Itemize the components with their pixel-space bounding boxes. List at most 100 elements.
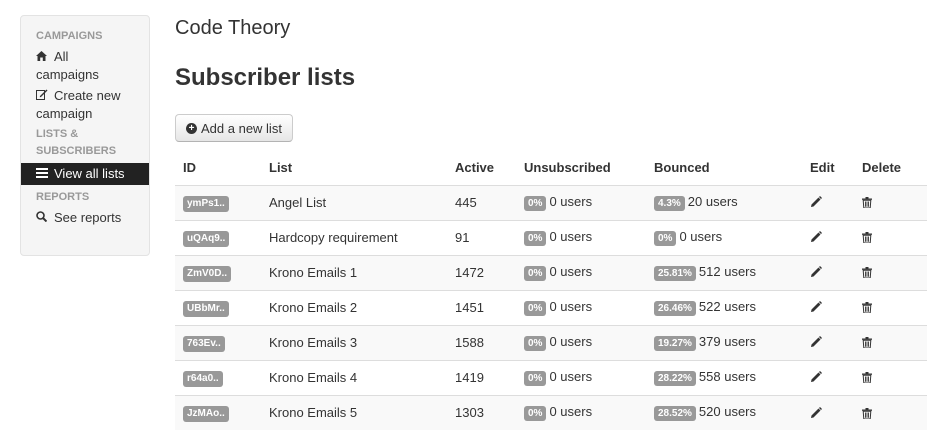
nav-item-create-campaign[interactable]: Create new campaign	[21, 87, 149, 123]
unsubscribed-percent-badge: 0%	[524, 301, 547, 316]
unsubscribed-users: 0 users	[549, 299, 593, 314]
header-list: List	[261, 150, 447, 186]
trash-icon[interactable]	[862, 266, 876, 280]
brand: Code Theory	[175, 17, 291, 39]
unsubscribed-percent-badge: 0%	[524, 196, 547, 211]
home-icon	[36, 48, 50, 66]
table-row: 763Ev.. Krono Emails 3 1588 0% 0 users 19…	[175, 324, 927, 360]
unsubscribed-users: 0 users	[549, 229, 593, 244]
plus-circle-icon: +	[186, 122, 197, 134]
bounced-cell: 28.22% 558 users	[646, 359, 802, 395]
trash-icon[interactable]	[862, 371, 876, 385]
pencil-icon[interactable]	[810, 231, 824, 245]
table-row: ZmV0D.. Krono Emails 1 1472 0% 0 users 25…	[175, 254, 927, 290]
header-id: ID	[175, 150, 261, 186]
trash-icon[interactable]	[862, 196, 876, 210]
bounced-users: 20 users	[687, 194, 738, 209]
bounced-users: 520 users	[698, 404, 757, 420]
pencil-icon[interactable]	[810, 336, 824, 350]
unsubscribed-users: 0 users	[549, 334, 593, 349]
bounced-cell: 0% 0 users	[646, 219, 802, 255]
page-title: Subscriber lists	[175, 64, 356, 91]
bounced-users: 0 users	[679, 229, 723, 244]
unsubscribed-users: 0 users	[549, 264, 593, 279]
list-id-badge[interactable]: r64a0..	[183, 370, 223, 387]
list-id-badge[interactable]: 763Ev..	[183, 335, 225, 352]
bounced-percent-badge: 26.46%	[654, 301, 696, 316]
unsubscribed-cell: 0% 0 users	[516, 289, 646, 325]
bounced-percent-badge: 28.22%	[654, 371, 696, 386]
table-row: JzMAo.. Krono Emails 5 1303 0% 0 users 28…	[175, 394, 927, 430]
nav-item-label: See reports	[54, 210, 122, 225]
bounced-cell: 25.81% 512 users	[646, 254, 802, 290]
nav-item-label: View all lists	[54, 166, 125, 181]
unsubscribed-cell: 0% 0 users	[516, 219, 646, 255]
list-id-badge[interactable]: ZmV0D..	[183, 265, 232, 282]
bounced-percent-badge: 0%	[654, 231, 677, 246]
list-icon	[36, 165, 50, 183]
add-list-button[interactable]: + Add a new list	[175, 114, 293, 142]
bounced-cell: 28.52% 520 users	[646, 394, 802, 430]
unsubscribed-users: 0 users	[549, 404, 593, 420]
unsubscribed-cell: 0% 0 users	[516, 184, 646, 220]
list-id-badge[interactable]: JzMAo..	[183, 405, 229, 422]
list-name: Krono Emails 3	[261, 324, 447, 360]
list-id-badge[interactable]: ymPs1..	[183, 195, 229, 212]
header-delete: Delete	[854, 150, 927, 186]
sidebar: CAMPAIGNS All campaigns Create new campa…	[20, 15, 150, 256]
active-count: 1419	[447, 359, 516, 395]
bounced-percent-badge: 4.3%	[654, 196, 685, 211]
list-name: Hardcopy requirement	[261, 219, 447, 255]
pencil-icon[interactable]	[810, 371, 824, 385]
unsubscribed-percent-badge: 0%	[524, 336, 547, 351]
list-id-badge[interactable]: UBbMr..	[183, 300, 229, 317]
unsubscribed-cell: 0% 0 users	[516, 394, 646, 430]
lists-table: ID List Active Unsubscribed Bounced Edit…	[175, 150, 927, 430]
header-bounced: Bounced	[646, 150, 802, 186]
header-unsubscribed: Unsubscribed	[516, 150, 646, 186]
bounced-percent-badge: 28.52%	[654, 406, 696, 422]
trash-icon[interactable]	[862, 336, 876, 350]
bounced-users: 379 users	[698, 334, 757, 349]
unsubscribed-percent-badge: 0%	[524, 231, 547, 246]
header-active: Active	[447, 150, 516, 186]
pencil-icon[interactable]	[810, 301, 824, 315]
unsubscribed-percent-badge: 0%	[524, 406, 547, 422]
active-count: 1303	[447, 394, 516, 430]
nav-header-lists: LISTS & SUBSCRIBERS	[36, 128, 117, 157]
nav-header-reports: REPORTS	[36, 191, 90, 203]
unsubscribed-users: 0 users	[549, 369, 593, 384]
table-row: ymPs1.. Angel List 445 0% 0 users 4.3% 20 …	[175, 184, 927, 220]
nav-item-see-reports[interactable]: See reports	[21, 209, 149, 227]
bounced-cell: 26.46% 522 users	[646, 289, 802, 325]
header-edit: Edit	[802, 150, 854, 186]
pencil-icon[interactable]	[810, 406, 824, 421]
table-header-row: ID List Active Unsubscribed Bounced Edit…	[175, 150, 927, 186]
trash-icon[interactable]	[862, 231, 876, 245]
list-name: Krono Emails 5	[261, 394, 447, 430]
pencil-icon[interactable]	[810, 266, 824, 280]
table-row: UBbMr.. Krono Emails 2 1451 0% 0 users 26…	[175, 289, 927, 325]
table-row: uQAq9.. Hardcopy requirement 91 0% 0 user…	[175, 219, 927, 255]
edit-icon	[36, 87, 50, 105]
bounced-users: 558 users	[698, 369, 757, 384]
nav-item-view-all-lists[interactable]: View all lists	[21, 163, 149, 185]
trash-icon[interactable]	[862, 301, 876, 315]
nav-header-campaigns: CAMPAIGNS	[36, 30, 103, 42]
active-count: 1451	[447, 289, 516, 325]
bounced-cell: 4.3% 20 users	[646, 184, 802, 220]
unsubscribed-cell: 0% 0 users	[516, 254, 646, 290]
nav-item-all-campaigns[interactable]: All campaigns	[21, 48, 149, 84]
search-icon	[36, 209, 50, 227]
pencil-icon[interactable]	[810, 196, 824, 210]
list-name: Krono Emails 1	[261, 254, 447, 290]
trash-icon[interactable]	[862, 407, 876, 421]
active-count: 1472	[447, 254, 516, 290]
unsubscribed-percent-badge: 0%	[524, 266, 547, 281]
add-list-label: Add a new list	[201, 120, 282, 136]
list-name: Krono Emails 2	[261, 289, 447, 325]
list-name: Krono Emails 4	[261, 359, 447, 395]
list-id-badge[interactable]: uQAq9..	[183, 230, 230, 247]
active-count: 1588	[447, 324, 516, 360]
unsubscribed-cell: 0% 0 users	[516, 324, 646, 360]
